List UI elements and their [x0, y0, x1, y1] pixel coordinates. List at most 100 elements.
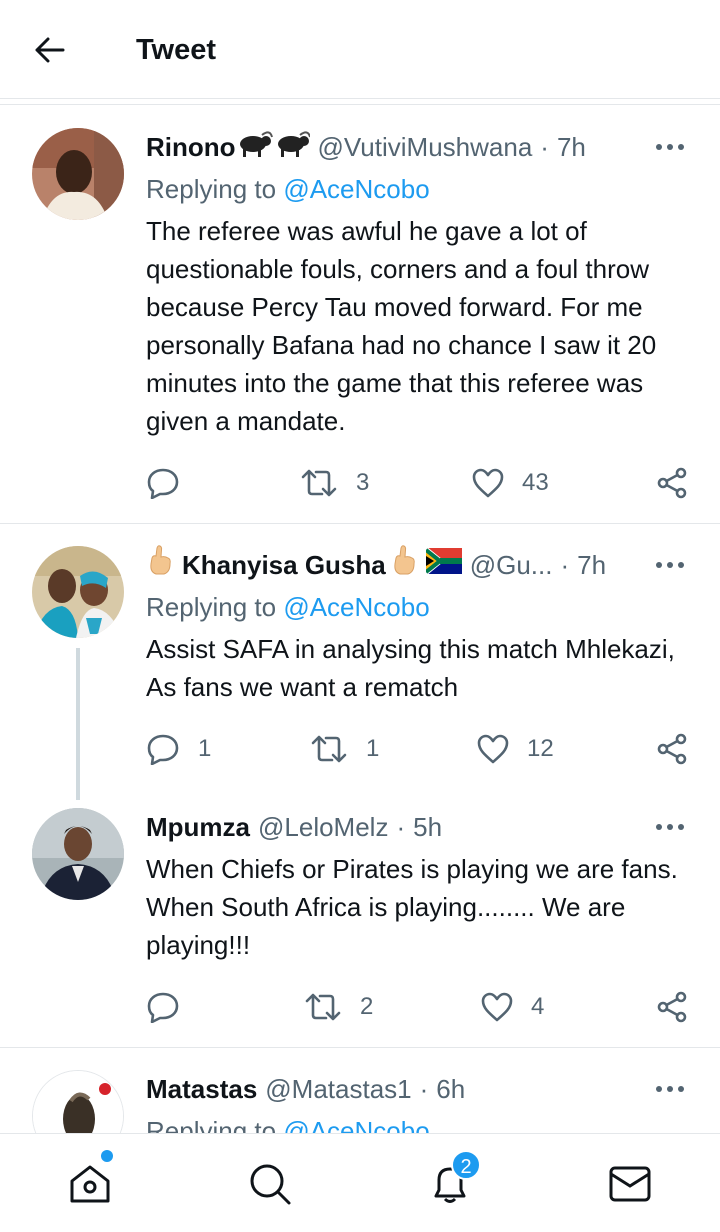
tweet-actions: 3 43: [146, 463, 690, 503]
reply-count: 1: [198, 735, 212, 762]
tweet-text: The referee was awful he gave a lot of q…: [146, 216, 657, 436]
avatar[interactable]: [32, 128, 124, 220]
divider: [0, 1047, 720, 1048]
pointing-hand-emoji-icon: [146, 544, 176, 586]
more-options-button[interactable]: [650, 546, 690, 584]
tweet-actions: 2 4: [146, 987, 690, 1027]
heart-icon: [472, 468, 504, 498]
timestamp[interactable]: 6h: [436, 1070, 465, 1108]
back-button[interactable]: [30, 30, 70, 70]
reply-icon: [147, 992, 179, 1023]
more-icon: [656, 144, 684, 150]
display-name[interactable]: Matastas: [146, 1070, 257, 1108]
share-button[interactable]: [656, 729, 688, 769]
share-button[interactable]: [656, 463, 688, 503]
tweet-header: Matastas @Matastas1 · 6h: [146, 1070, 690, 1108]
more-icon: [656, 824, 684, 830]
messages-icon: [609, 1166, 651, 1202]
more-options-button[interactable]: [650, 808, 690, 846]
like-button[interactable]: 43: [472, 463, 549, 503]
tweet-body: Mpumza @LeloMelz · 5h When Chiefs or Pir…: [146, 808, 690, 964]
tweet[interactable]: Matastas @Matastas1 · 6h Replying to @Ac…: [0, 1070, 720, 1133]
like-count: 12: [527, 735, 554, 762]
timestamp[interactable]: 7h: [557, 128, 586, 166]
bottom-navigation: [0, 1133, 720, 1232]
separator-dot: ·: [419, 1074, 429, 1104]
divider: [0, 98, 720, 99]
more-icon: [656, 562, 684, 568]
retweet-button[interactable]: 1: [310, 729, 379, 769]
timestamp[interactable]: 5h: [413, 808, 442, 846]
page-title: Tweet: [136, 34, 217, 66]
home-new-content-indicator: [101, 1150, 113, 1162]
retweet-button[interactable]: 3: [300, 463, 369, 503]
replying-to: Replying to @AceNcobo: [146, 1112, 690, 1133]
retweet-icon: [311, 735, 347, 763]
like-button[interactable]: 4: [481, 987, 544, 1027]
tweet-body: Khanyisa Gusha @Gu... · 7h Replying to @…: [146, 544, 690, 706]
user-handle[interactable]: @Matastas1: [265, 1070, 411, 1108]
display-name[interactable]: Rinono: [146, 128, 236, 166]
display-name[interactable]: Mpumza: [146, 808, 250, 846]
retweet-count: 2: [360, 993, 374, 1020]
mention-link[interactable]: @AceNcobo: [283, 174, 429, 204]
mention-link[interactable]: @AceNcobo: [283, 1116, 429, 1133]
replying-to: Replying to @AceNcobo: [146, 592, 430, 622]
water-buffalo-emoji-icon: [236, 127, 311, 167]
arrow-left-icon: [35, 37, 65, 63]
more-options-button[interactable]: [650, 128, 690, 166]
tweet-header: Rinono @VutiviMushwana · 7h: [146, 128, 690, 166]
reply-icon: [147, 734, 179, 765]
retweet-icon: [301, 469, 337, 497]
notification-badge: 2: [451, 1150, 481, 1180]
divider: [0, 104, 720, 105]
nav-search-button[interactable]: [248, 1162, 292, 1206]
like-count: 4: [531, 993, 545, 1020]
separator-dot: ·: [560, 550, 570, 580]
replying-to: Replying to @AceNcobo: [146, 174, 430, 204]
separator-dot: ·: [540, 132, 549, 162]
separator-dot: ·: [396, 812, 406, 842]
home-icon: [70, 1165, 110, 1203]
retweet-button[interactable]: 2: [304, 987, 373, 1027]
reply-button[interactable]: [146, 463, 198, 503]
more-icon: [656, 1086, 684, 1092]
share-icon: [657, 733, 687, 765]
nav-home-button[interactable]: [68, 1162, 112, 1206]
south-africa-flag-icon: [424, 546, 462, 584]
nav-messages-button[interactable]: [608, 1162, 652, 1206]
like-count: 43: [522, 469, 549, 496]
user-handle[interactable]: @Gu...: [470, 546, 553, 584]
mention-link[interactable]: @AceNcobo: [283, 592, 429, 622]
reply-icon: [147, 468, 179, 499]
user-handle[interactable]: @VutiviMushwana: [318, 128, 533, 166]
pointing-hand-emoji-icon: [390, 544, 420, 586]
heart-icon: [481, 992, 513, 1022]
top-bar: Tweet: [0, 0, 720, 98]
timestamp[interactable]: 7h: [577, 546, 606, 584]
avatar[interactable]: [32, 1070, 124, 1133]
avatar[interactable]: [32, 808, 124, 900]
more-options-button[interactable]: [650, 1070, 690, 1108]
tweet-text: Assist SAFA in analysing this match Mhle…: [146, 634, 675, 702]
reply-button[interactable]: 1: [146, 729, 211, 769]
heart-icon: [477, 734, 509, 764]
share-icon: [657, 991, 687, 1023]
retweet-icon: [305, 993, 341, 1021]
retweet-count: 1: [366, 735, 380, 762]
tweet-body: Rinono @VutiviMushwana · 7h Replying to …: [146, 128, 690, 440]
thread-line: [76, 648, 80, 800]
like-button[interactable]: 12: [477, 729, 554, 769]
user-handle[interactable]: @LeloMelz: [258, 808, 388, 846]
tweet-header: Mpumza @LeloMelz · 5h: [146, 808, 690, 846]
tweet-actions: 1 1 12: [146, 729, 690, 769]
share-button[interactable]: [656, 987, 688, 1027]
share-icon: [657, 467, 687, 499]
search-icon: [250, 1164, 291, 1205]
tweet-text: When Chiefs or Pirates is playing we are…: [146, 854, 678, 960]
reply-button[interactable]: [146, 987, 198, 1027]
divider: [0, 523, 720, 524]
avatar[interactable]: [32, 546, 124, 638]
tweet-body: Matastas @Matastas1 · 6h Replying to @Ac…: [146, 1070, 690, 1133]
display-name[interactable]: Khanyisa Gusha: [182, 546, 386, 584]
